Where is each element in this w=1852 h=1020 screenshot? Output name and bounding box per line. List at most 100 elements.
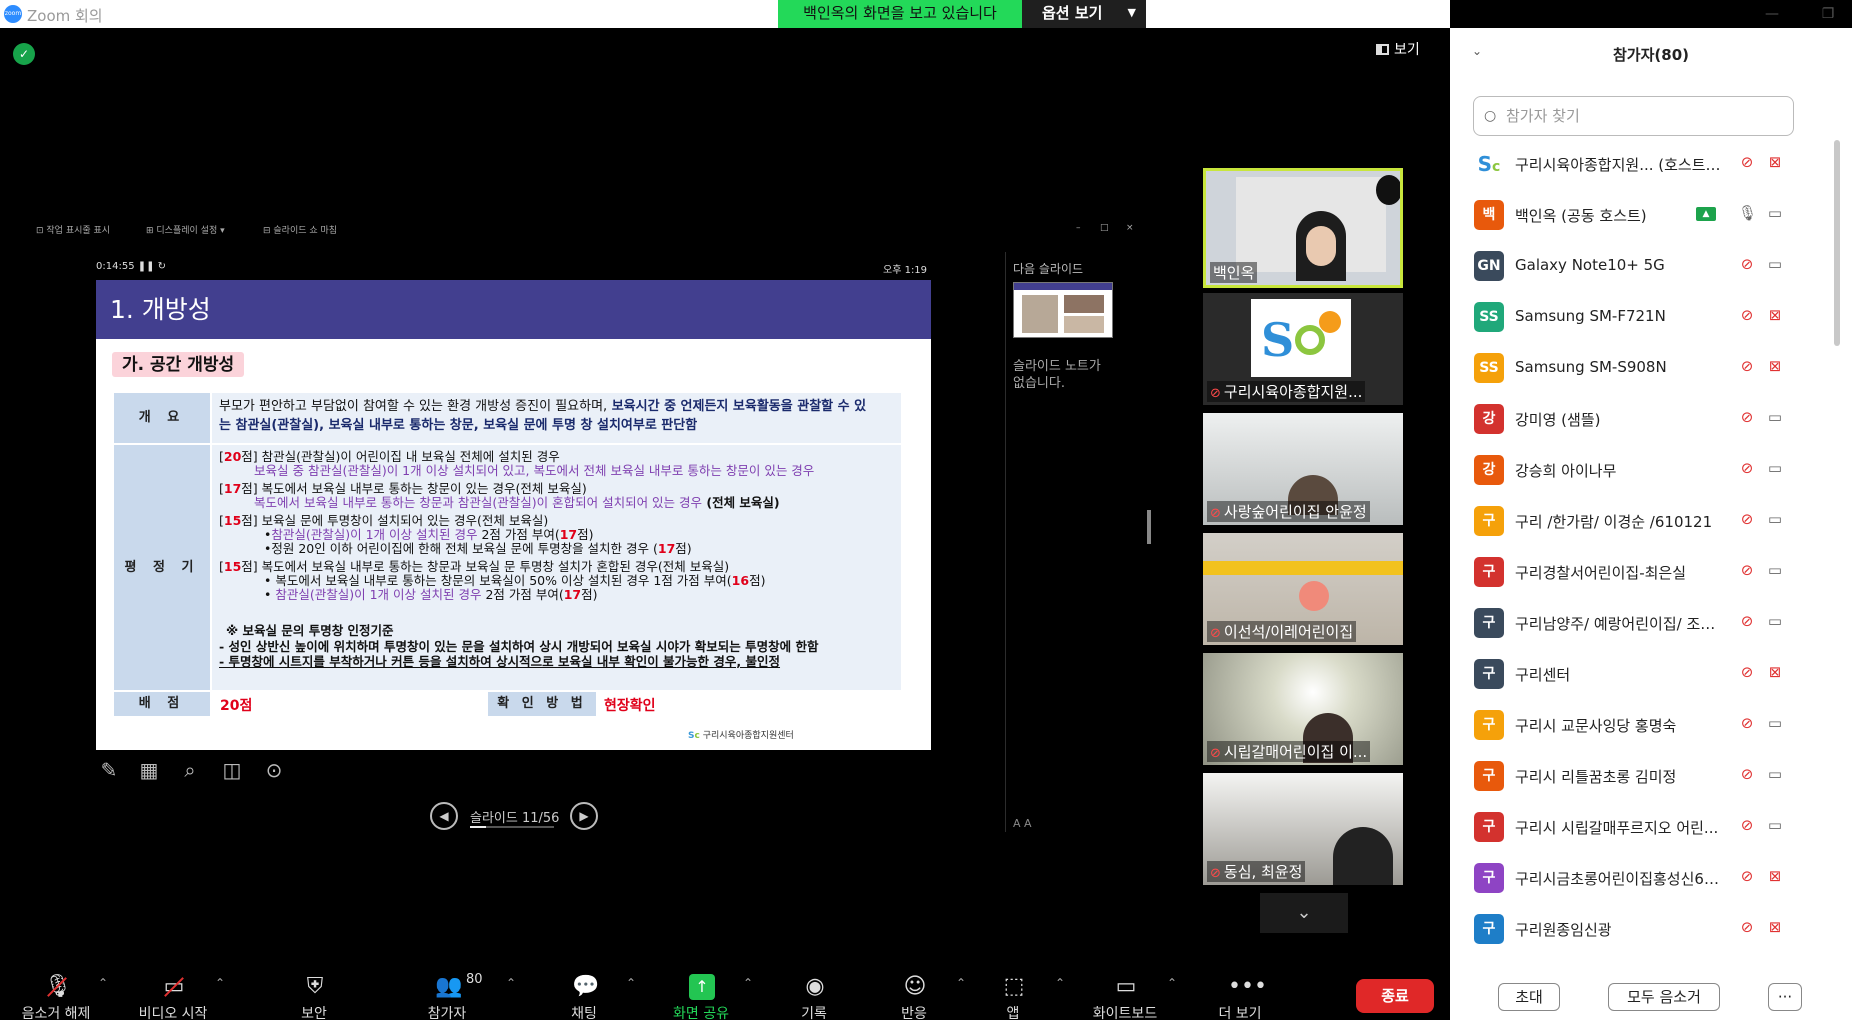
- menu-show-taskbar[interactable]: ⊡ 작업 표시줄 표시: [36, 223, 110, 236]
- start-video-button[interactable]: ▭ 비디오 시작 ⌃: [128, 968, 226, 1020]
- participant-row[interactable]: GN Galaxy Note10+ 5G ⊘ ▭: [1472, 244, 1798, 288]
- participant-row[interactable]: 강 강미영 (샘뜰) ⊘ ▭: [1472, 397, 1798, 441]
- all-slides-icon[interactable]: ▦: [136, 757, 162, 783]
- video-tile[interactable]: ⊘ 동심, 최윤정: [1203, 773, 1403, 885]
- participant-row[interactable]: 강 강승희 아이나무 ⊘ ▭: [1472, 448, 1798, 492]
- video-tile[interactable]: ⊘ 사랑숲어린이집 안윤정: [1203, 413, 1403, 525]
- font-size-controls[interactable]: A A: [1013, 817, 1032, 830]
- previous-slide-icon[interactable]: ◀: [430, 802, 458, 830]
- camera-icon[interactable]: ▭: [1764, 765, 1786, 785]
- camera-off-icon[interactable]: ⊠: [1764, 867, 1786, 887]
- mic-muted-icon[interactable]: ⊘: [1738, 867, 1756, 887]
- mic-muted-icon[interactable]: ⊘: [1738, 510, 1756, 530]
- caret-icon[interactable]: ⌃: [1167, 976, 1177, 990]
- participant-row[interactable]: 구 구리 /한가람/ 이경순 /610121 ⊘ ▭: [1472, 499, 1798, 543]
- more-options-icon[interactable]: ⊙: [261, 757, 287, 783]
- mic-muted-icon[interactable]: ⊘: [1738, 408, 1756, 428]
- camera-icon[interactable]: ▭: [1764, 816, 1786, 836]
- chat-button[interactable]: 💬 채팅 ⌃: [539, 968, 636, 1020]
- zoom-slide-icon[interactable]: ⌕: [177, 757, 203, 783]
- mic-muted-icon[interactable]: ⊘: [1738, 714, 1756, 734]
- security-button[interactable]: ⛨ 보안: [269, 968, 359, 1020]
- mic-muted-icon[interactable]: ⊘: [1738, 612, 1756, 632]
- mic-muted-icon[interactable]: ⊘: [1738, 357, 1756, 377]
- camera-off-icon[interactable]: ⊠: [1764, 153, 1786, 173]
- camera-off-icon[interactable]: ⊠: [1764, 306, 1786, 326]
- next-slide-icon[interactable]: ▶: [570, 802, 598, 830]
- mic-muted-icon[interactable]: ⊘: [1738, 663, 1756, 683]
- participant-row[interactable]: 구 구리센터 ⊘ ⊠: [1472, 652, 1798, 696]
- camera-icon[interactable]: ▭: [1764, 408, 1786, 428]
- camera-icon[interactable]: ▭: [1764, 204, 1786, 224]
- apps-button[interactable]: ⬚ 앱 ⌃: [968, 968, 1065, 1020]
- minimize-button[interactable]: —: [1752, 2, 1792, 26]
- participant-row[interactable]: 백 백인옥 (공동 호스트) ▲ 🎙 ▭: [1472, 193, 1798, 237]
- reactions-button[interactable]: ☺ 반응 ⌃: [869, 968, 966, 1020]
- share-screen-button[interactable]: ↑ 화면 공유 ⌃: [656, 968, 753, 1020]
- mute-all-button[interactable]: 모두 음소거: [1608, 983, 1720, 1011]
- presenter-minimize-icon[interactable]: –: [1076, 223, 1081, 233]
- unmute-button[interactable]: 🎙 음소거 해제 ⌃: [11, 968, 109, 1020]
- participant-row[interactable]: 구 구리남양주/ 예랑어린이집/ 조연... ⊘ ▭: [1472, 601, 1798, 645]
- caret-icon[interactable]: ⌃: [1055, 976, 1065, 990]
- video-tile-active-speaker[interactable]: 백인옥: [1203, 168, 1403, 288]
- participant-row[interactable]: 구 구리시 교문사잉당 홍명숙 ⊘ ▭: [1472, 703, 1798, 747]
- view-options-button[interactable]: 옵션 보기 ▼: [1022, 0, 1146, 28]
- caret-icon[interactable]: ⌃: [98, 976, 108, 990]
- mic-muted-icon[interactable]: ⊘: [1738, 765, 1756, 785]
- record-button[interactable]: ◉ 기록: [769, 968, 859, 1020]
- mic-muted-icon[interactable]: ⊘: [1738, 816, 1756, 836]
- next-slide-thumbnail[interactable]: [1013, 282, 1113, 338]
- encryption-shield-icon[interactable]: ✓: [13, 43, 35, 65]
- camera-off-icon[interactable]: ⊠: [1764, 357, 1786, 377]
- panel-splitter[interactable]: [1147, 510, 1151, 544]
- participant-row[interactable]: 구 구리시 시립갈매푸르지오 어린... ⊘ ▭: [1472, 805, 1798, 849]
- pen-icon[interactable]: ✎: [96, 757, 122, 783]
- caret-icon[interactable]: ⌃: [956, 976, 966, 990]
- camera-off-icon[interactable]: ⊠: [1764, 918, 1786, 938]
- whiteboard-button[interactable]: ▭ 화이트보드 ⌃: [1080, 968, 1177, 1020]
- participant-row[interactable]: 구 구리경찰서어린이집-최은실 ⊘ ▭: [1472, 550, 1798, 594]
- participant-row[interactable]: 구 구리시금초롱어린이집홍성신60... ⊘ ⊠: [1472, 856, 1798, 900]
- caret-icon[interactable]: ⌃: [743, 976, 753, 990]
- participant-row[interactable]: 구 구리원종임신광 ⊘ ⊠: [1472, 907, 1798, 951]
- video-tile[interactable]: ⊘ 시립갈매어린이집 이...: [1203, 653, 1403, 765]
- mic-muted-icon[interactable]: ⊘: [1738, 459, 1756, 479]
- participant-row[interactable]: Sc 구리시육아종합지원... (호스트, 나) ⊘ ⊠: [1472, 142, 1798, 186]
- mic-muted-icon[interactable]: ⊘: [1738, 306, 1756, 326]
- pointer-icon[interactable]: ◫: [219, 757, 245, 783]
- scrollbar[interactable]: [1834, 140, 1840, 346]
- mic-muted-icon[interactable]: ⊘: [1738, 153, 1756, 173]
- participant-row[interactable]: 구 구리시 리틀꿈초롱 김미정 ⊘ ▭: [1472, 754, 1798, 798]
- mic-icon[interactable]: 🎙: [1738, 204, 1757, 224]
- caret-icon[interactable]: ⌃: [506, 976, 516, 990]
- participant-row[interactable]: SS Samsung SM-S908N ⊘ ⊠: [1472, 346, 1798, 390]
- menu-display-settings[interactable]: ⊞ 디스플레이 설정 ▾: [146, 223, 225, 236]
- video-tile[interactable]: S ⊘ 구리시육아종합지원...: [1203, 293, 1403, 405]
- more-button[interactable]: ••• 더 보기: [1195, 968, 1285, 1020]
- camera-off-icon[interactable]: ⊠: [1764, 663, 1786, 683]
- camera-icon[interactable]: ▭: [1764, 612, 1786, 632]
- presenter-close-icon[interactable]: ×: [1126, 223, 1134, 233]
- restore-button[interactable]: ❐: [1808, 2, 1848, 26]
- view-layout-button[interactable]: 보기: [1376, 38, 1444, 62]
- participant-row[interactable]: SS Samsung SM-F721N ⊘ ⊠: [1472, 295, 1798, 339]
- menu-end-slideshow[interactable]: ⊟ 슬라이드 쇼 마침: [263, 223, 337, 236]
- presenter-restore-icon[interactable]: □: [1100, 223, 1109, 233]
- video-tile[interactable]: ⊘ 이선석/이레어린이집: [1203, 533, 1403, 645]
- caret-icon[interactable]: ⌃: [215, 976, 225, 990]
- camera-icon[interactable]: ▭: [1764, 510, 1786, 530]
- mic-muted-icon[interactable]: ⊘: [1738, 918, 1756, 938]
- end-meeting-button[interactable]: 종료: [1356, 979, 1434, 1013]
- camera-icon[interactable]: ▭: [1764, 561, 1786, 581]
- participant-search-input[interactable]: ○ 참가자 찾기: [1473, 96, 1794, 136]
- camera-icon[interactable]: ▭: [1764, 255, 1786, 275]
- panel-more-button[interactable]: ···: [1768, 983, 1802, 1011]
- caret-icon[interactable]: ⌃: [626, 976, 636, 990]
- camera-icon[interactable]: ▭: [1764, 459, 1786, 479]
- mic-muted-icon[interactable]: ⊘: [1738, 255, 1756, 275]
- mic-muted-icon[interactable]: ⊘: [1738, 561, 1756, 581]
- scroll-down-chevron-icon[interactable]: ⌄: [1260, 893, 1348, 933]
- invite-button[interactable]: 초대: [1498, 983, 1560, 1011]
- participants-button[interactable]: 👥 80 참가자 ⌃: [402, 968, 516, 1020]
